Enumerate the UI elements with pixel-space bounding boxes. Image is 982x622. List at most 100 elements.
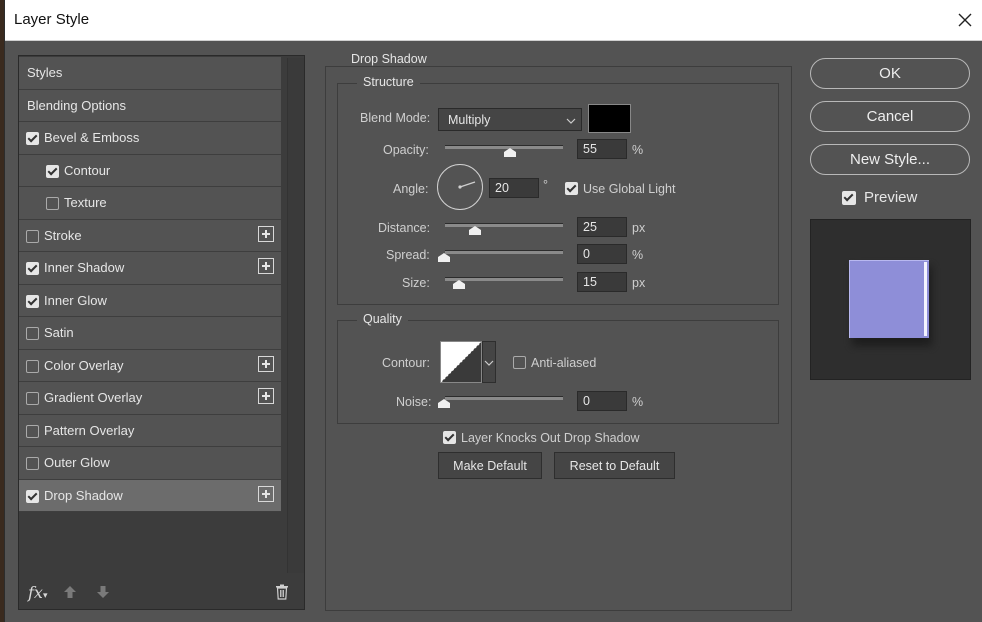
preview-label: Preview — [864, 189, 918, 206]
styles-list-item-checkbox[interactable] — [46, 197, 59, 210]
noise-input[interactable]: 0 — [577, 391, 627, 411]
contour-dropdown-button[interactable] — [482, 341, 496, 383]
make-default-button[interactable]: Make Default — [438, 452, 542, 479]
spread-unit: % — [632, 248, 644, 262]
styles-list-item-checkbox[interactable] — [26, 294, 39, 308]
structure-title: Structure — [357, 75, 420, 89]
styles-list-item-label: Gradient Overlay — [44, 390, 143, 405]
styles-list-item-checkbox[interactable] — [26, 327, 39, 340]
styles-list-item-checkbox[interactable] — [26, 457, 39, 470]
styles-list-item[interactable]: Inner Shadow — [19, 252, 281, 285]
noise-label: Noise: — [396, 395, 432, 409]
add-effect-instance-button[interactable] — [258, 485, 274, 502]
reset-to-default-button[interactable]: Reset to Default — [554, 452, 675, 479]
anti-aliased-check — [513, 356, 526, 369]
styles-list-item[interactable]: Stroke — [19, 219, 281, 252]
preview-thumbnail — [810, 219, 971, 380]
noise-slider-track[interactable] — [445, 396, 563, 400]
new-style-button[interactable]: New Style... — [810, 144, 970, 175]
styles-list-item-checkbox[interactable] — [26, 392, 39, 405]
spread-label: Spread: — [386, 248, 430, 262]
size-label: Size: — [402, 276, 430, 290]
knockout-label: Layer Knocks Out Drop Shadow — [461, 431, 640, 445]
styles-list-item-label: Contour — [64, 162, 111, 178]
close-icon — [958, 13, 972, 27]
styles-list-item-label: Inner Glow — [44, 292, 107, 308]
styles-list-item-label: Inner Shadow — [44, 260, 125, 275]
shadow-color-swatch[interactable] — [588, 104, 631, 133]
styles-list-item[interactable]: Color Overlay — [19, 349, 281, 382]
distance-slider-track[interactable] — [445, 223, 563, 227]
spread-input[interactable]: 0 — [577, 244, 627, 264]
cancel-button[interactable]: Cancel — [810, 101, 970, 132]
drop-shadow-section-title: Drop Shadow — [345, 52, 433, 66]
use-global-light-check — [565, 182, 578, 195]
blend-mode-value: Multiply — [448, 113, 491, 127]
ok-button[interactable]: OK — [810, 58, 970, 89]
spread-slider-track[interactable] — [445, 250, 563, 254]
chevron-down-icon — [484, 360, 494, 366]
add-effect-instance-button[interactable] — [258, 388, 274, 404]
styles-list-item-checkbox[interactable] — [26, 489, 39, 503]
arrow-down-icon — [97, 586, 109, 598]
styles-list-item[interactable]: Blending Options — [19, 89, 281, 122]
styles-list-item-checkbox[interactable] — [26, 132, 39, 145]
chevron-down-icon — [566, 118, 576, 124]
styles-list-item[interactable]: Pattern Overlay — [19, 414, 281, 447]
distance-input[interactable]: 25 — [577, 217, 627, 237]
blend-mode-select[interactable]: Multiply — [438, 108, 582, 131]
quality-title: Quality — [357, 312, 408, 326]
styles-list-item-checkbox[interactable] — [26, 424, 39, 438]
close-button[interactable] — [951, 6, 979, 34]
styles-list-item[interactable]: Gradient Overlay — [19, 382, 281, 415]
styles-list-item-label: Pattern Overlay — [44, 422, 135, 438]
add-effect-instance-button[interactable] — [258, 225, 274, 242]
styles-list-item[interactable]: Satin — [19, 317, 281, 350]
styles-list-item-checkbox[interactable] — [26, 262, 39, 275]
distance-label: Distance: — [378, 221, 431, 235]
styles-list-item[interactable]: Bevel & Emboss — [19, 122, 281, 155]
size-input[interactable]: 15 — [577, 272, 627, 292]
styles-list-item[interactable]: Drop Shadow — [19, 479, 281, 512]
styles-list-item[interactable]: Inner Glow — [19, 284, 281, 317]
fx-label: fx — [28, 583, 43, 602]
add-effect-instance-button[interactable] — [258, 258, 274, 274]
blend-mode-label: Blend Mode: — [360, 111, 431, 125]
add-effect-instance-button[interactable] — [258, 355, 274, 372]
opacity-input[interactable]: 55 — [577, 139, 627, 159]
title-bar: Layer Style — [5, 0, 982, 41]
use-global-light-label: Use Global Light — [583, 182, 676, 196]
angle-input[interactable]: 20 — [489, 178, 539, 198]
styles-list-item-checkbox[interactable] — [26, 359, 39, 373]
opacity-unit: % — [632, 143, 644, 157]
fx-button[interactable]: fx▾ — [28, 583, 47, 602]
preview-check — [842, 191, 856, 205]
angle-label: Angle: — [393, 182, 429, 196]
styles-list-item-label: Styles — [27, 65, 63, 80]
contour-label: Contour: — [382, 356, 430, 370]
opacity-label: Opacity: — [383, 143, 429, 157]
knockout-check — [443, 431, 456, 444]
size-slider-track[interactable] — [445, 277, 563, 281]
distance-unit: px — [632, 221, 646, 235]
styles-list-item-checkbox[interactable] — [26, 229, 39, 243]
trash-icon — [276, 584, 288, 600]
contour-picker[interactable] — [440, 341, 482, 383]
styles-list-item[interactable]: Styles — [19, 57, 281, 90]
styles-list-item[interactable]: Texture — [19, 187, 281, 220]
styles-list-item-label: Drop Shadow — [44, 487, 123, 503]
move-up-button[interactable] — [63, 585, 77, 604]
noise-unit: % — [632, 395, 644, 409]
opacity-slider-track[interactable] — [445, 145, 563, 149]
styles-list-item-label: Stroke — [44, 227, 82, 243]
contour-curve-icon — [440, 341, 482, 383]
styles-list-item[interactable]: Contour — [19, 154, 281, 187]
styles-list-scrollbar[interactable] — [287, 58, 304, 573]
angle-dial[interactable] — [437, 164, 483, 210]
styles-list-item-checkbox[interactable] — [46, 164, 59, 178]
move-down-button[interactable] — [96, 585, 110, 604]
styles-list-item-label: Satin — [44, 325, 74, 340]
angle-dial-needle — [458, 181, 476, 189]
delete-effect-button[interactable] — [275, 584, 289, 605]
styles-list-item[interactable]: Outer Glow — [19, 447, 281, 480]
